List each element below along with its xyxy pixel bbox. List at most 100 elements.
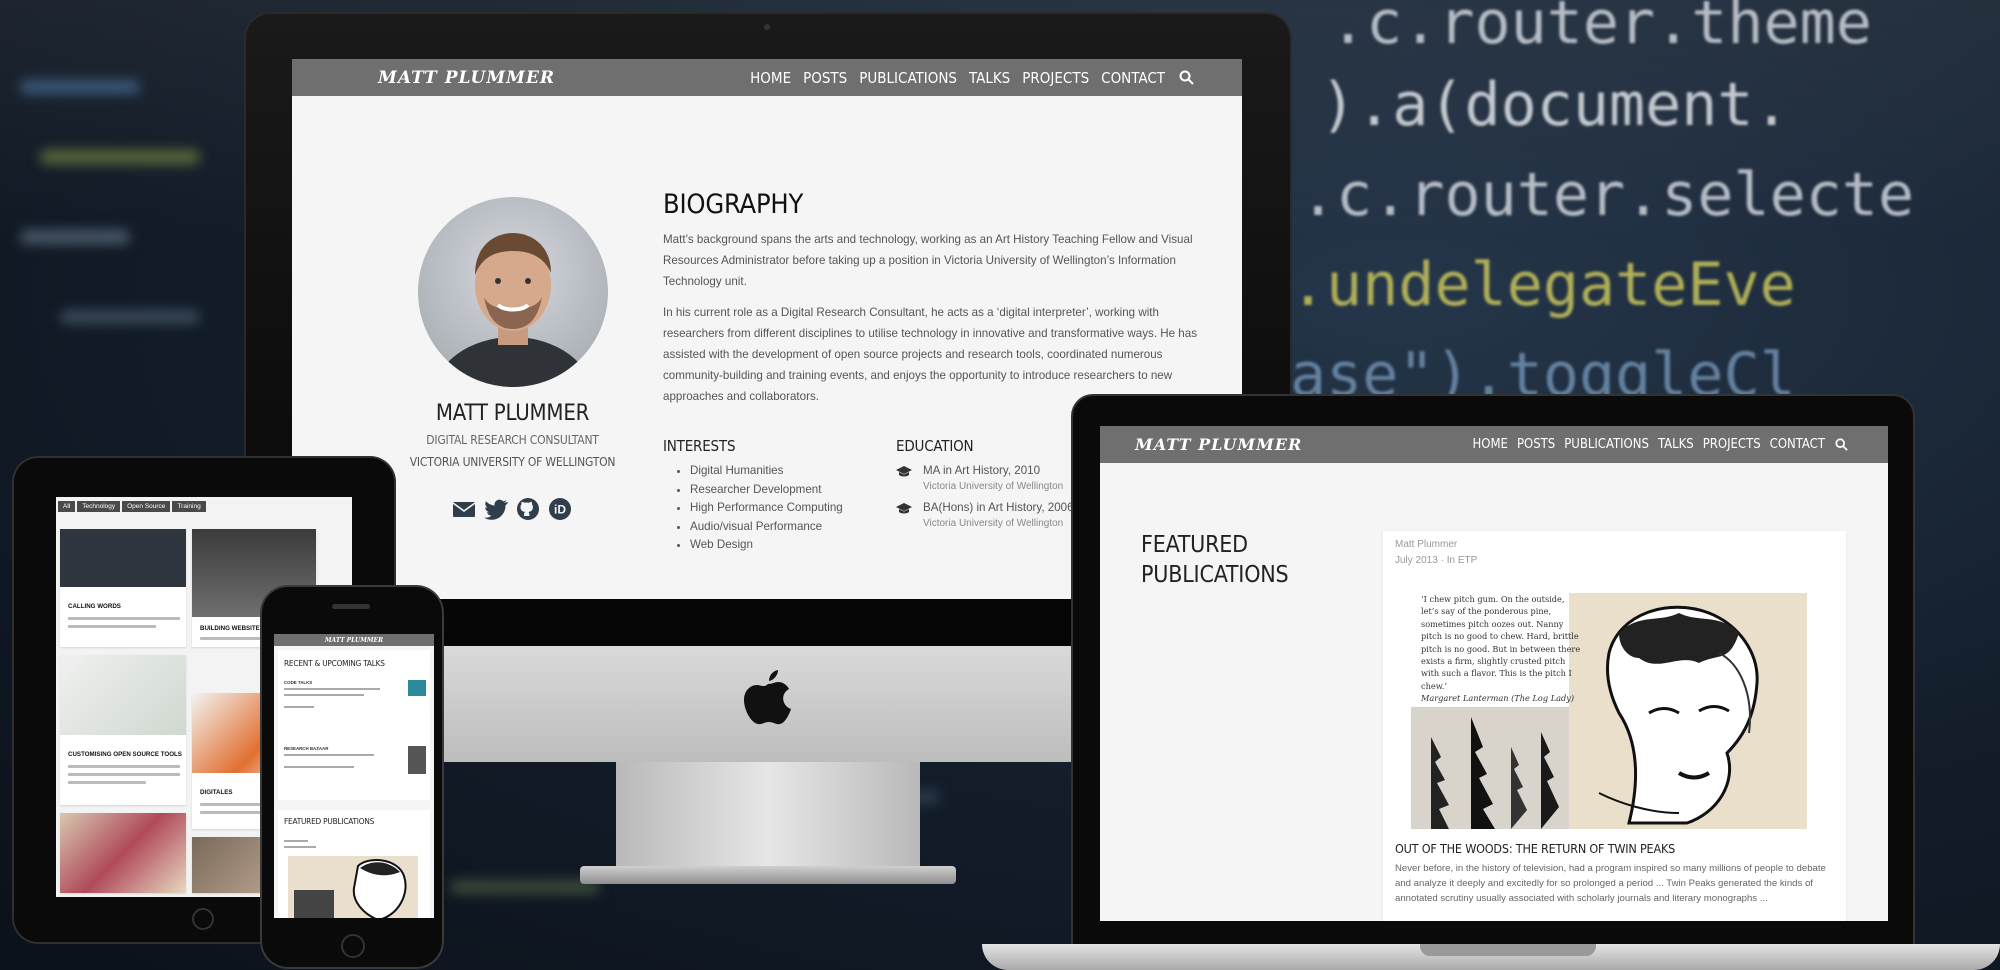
list-item: Audio/visual Performance xyxy=(690,518,843,537)
text-line xyxy=(284,846,316,848)
phone-speaker xyxy=(332,604,370,609)
project-filters: All Technology Open Source Training xyxy=(58,501,206,512)
text-line xyxy=(284,694,364,696)
education-heading: EDUCATION xyxy=(896,437,974,455)
nav-item-talks[interactable]: TALKS xyxy=(1658,437,1694,452)
text-line xyxy=(68,773,180,776)
project-title: DIGITALES xyxy=(200,789,233,796)
envelope-icon[interactable] xyxy=(452,497,476,521)
twitter-icon[interactable] xyxy=(484,497,508,521)
nav-item-contact[interactable]: CONTACT xyxy=(1770,437,1825,452)
text-line xyxy=(284,766,354,768)
biography-paragraph: Matt’s background spans the arts and tec… xyxy=(663,233,1193,288)
publications-heading: FEATURED PUBLICATIONS xyxy=(284,816,375,826)
text-line xyxy=(68,617,180,620)
site-navbar: MATT PLUMMER HOME POSTS PUBLICATIONS TAL… xyxy=(292,59,1242,96)
social-links: iD xyxy=(452,497,572,521)
talk-title[interactable]: RESEARCH BAZAAR xyxy=(284,746,328,751)
biography-paragraph: In his current role as a Digital Researc… xyxy=(663,306,1198,403)
project-image xyxy=(60,529,186,587)
talks-section: RECENT & UPCOMING TALKS CODE TALKS RESEA… xyxy=(278,650,430,800)
code-line: .c.router.selecte xyxy=(1300,160,1915,230)
github-icon[interactable] xyxy=(516,497,540,521)
project-card[interactable]: CUSTOMISING OPEN SOURCE TOOLS xyxy=(60,655,186,805)
publication-excerpt: Never before, in the history of televisi… xyxy=(1395,863,1826,904)
quote-attribution: Margaret Lanterman (The Log Lady) xyxy=(1421,693,1575,704)
site-navbar: MATT PLUMMER HOME POSTS PUBLICATIONS TAL… xyxy=(1100,426,1888,463)
monitor-foot xyxy=(580,866,956,884)
orcid-icon[interactable]: iD xyxy=(548,497,572,521)
site-brand[interactable]: MATT PLUMMER xyxy=(325,637,383,644)
apple-logo-icon xyxy=(744,670,791,725)
talk-title[interactable]: CODE TALKS xyxy=(284,680,312,685)
list-item: High Performance Computing xyxy=(690,499,843,518)
list-item: Web Design xyxy=(690,536,843,555)
nav-item-posts[interactable]: POSTS xyxy=(803,69,847,87)
search-icon[interactable] xyxy=(1179,70,1194,85)
code-line: .c.router.theme xyxy=(1330,0,1872,58)
blurred-code xyxy=(450,880,600,894)
site-brand[interactable]: MATT PLUMMER xyxy=(1135,435,1302,454)
talk-thumbnail xyxy=(408,746,426,774)
project-title: CALLING WORDS xyxy=(68,603,121,610)
laptop-notch xyxy=(1420,944,1596,956)
filter-open-source[interactable]: Open Source xyxy=(122,501,171,512)
avatar xyxy=(418,197,608,387)
degree: BA(Hons) in Art History, 2006 xyxy=(923,501,1074,514)
list-item: Researcher Development xyxy=(690,481,843,500)
biography-heading: BIOGRAPHY xyxy=(663,189,804,220)
project-image xyxy=(60,655,186,735)
monitor-stand xyxy=(616,762,920,870)
text-line xyxy=(68,781,146,784)
nav-item-contact[interactable]: CONTACT xyxy=(1101,69,1165,87)
graduation-cap-icon xyxy=(896,503,912,515)
blurred-code xyxy=(60,310,200,324)
publication-thumbnail xyxy=(288,856,418,918)
text-line xyxy=(68,765,180,768)
institution: Victoria University of Wellington xyxy=(923,481,1064,492)
project-card[interactable]: CALLING WORDS xyxy=(60,529,186,647)
nav-item-home[interactable]: HOME xyxy=(1472,437,1507,452)
talks-heading: RECENT & UPCOMING TALKS xyxy=(284,658,385,668)
code-line: ).a(document. xyxy=(1320,70,1790,140)
site-brand[interactable]: MATT PLUMMER xyxy=(378,68,555,88)
publication-quote: ‘I chew pitch gum. On the outside, let’s… xyxy=(1421,593,1581,705)
text-line xyxy=(284,754,374,756)
project-card[interactable] xyxy=(60,813,186,893)
search-icon[interactable] xyxy=(1835,438,1848,451)
interests-heading: INTERESTS xyxy=(663,437,736,455)
publication-card[interactable]: Matt Plummer July 2013 · In ETP ‘I chew … xyxy=(1383,531,1846,921)
nav-menu: HOME POSTS PUBLICATIONS TALKS PROJECTS C… xyxy=(738,69,1194,87)
filter-all[interactable]: All xyxy=(58,501,76,512)
featured-publications-heading: FEATURED PUBLICATIONS xyxy=(1141,532,1289,588)
publication-title[interactable]: OUT OF THE WOODS: THE RETURN OF TWIN PEA… xyxy=(1395,841,1675,856)
text-line xyxy=(284,706,314,708)
nav-item-projects[interactable]: PROJECTS xyxy=(1703,437,1761,452)
degree: MA in Art History, 2010 xyxy=(923,464,1041,477)
institution: Victoria University of Wellington xyxy=(923,518,1064,529)
filter-training[interactable]: Training xyxy=(172,501,206,512)
portrait-image xyxy=(434,233,592,387)
code-line: .undelegateEve xyxy=(1290,250,1796,320)
forest-photo xyxy=(1411,707,1569,829)
nav-item-publications[interactable]: PUBLICATIONS xyxy=(1564,437,1649,452)
nav-item-talks[interactable]: TALKS xyxy=(969,69,1010,87)
blurred-code xyxy=(20,230,130,244)
phone-screen: MATT PLUMMER RECENT & UPCOMING TALKS COD… xyxy=(274,634,434,918)
nav-item-posts[interactable]: POSTS xyxy=(1517,437,1555,452)
talk-thumbnail xyxy=(408,680,426,696)
text-line xyxy=(284,840,308,842)
text-line xyxy=(284,688,380,690)
tablet-home-button xyxy=(192,908,214,930)
phone-home-button xyxy=(341,934,365,958)
svg-text:iD: iD xyxy=(554,503,566,517)
graduation-cap-icon xyxy=(896,466,912,478)
laptop-screen: MATT PLUMMER HOME POSTS PUBLICATIONS TAL… xyxy=(1100,426,1888,921)
nav-item-projects[interactable]: PROJECTS xyxy=(1022,69,1089,87)
blurred-code xyxy=(40,150,200,164)
nav-item-publications[interactable]: PUBLICATIONS xyxy=(859,69,957,87)
filter-technology[interactable]: Technology xyxy=(77,501,121,512)
nav-item-home[interactable]: HOME xyxy=(750,69,791,87)
quote-text: ‘I chew pitch gum. On the outside, let’s… xyxy=(1421,594,1581,691)
text-line xyxy=(68,625,156,628)
